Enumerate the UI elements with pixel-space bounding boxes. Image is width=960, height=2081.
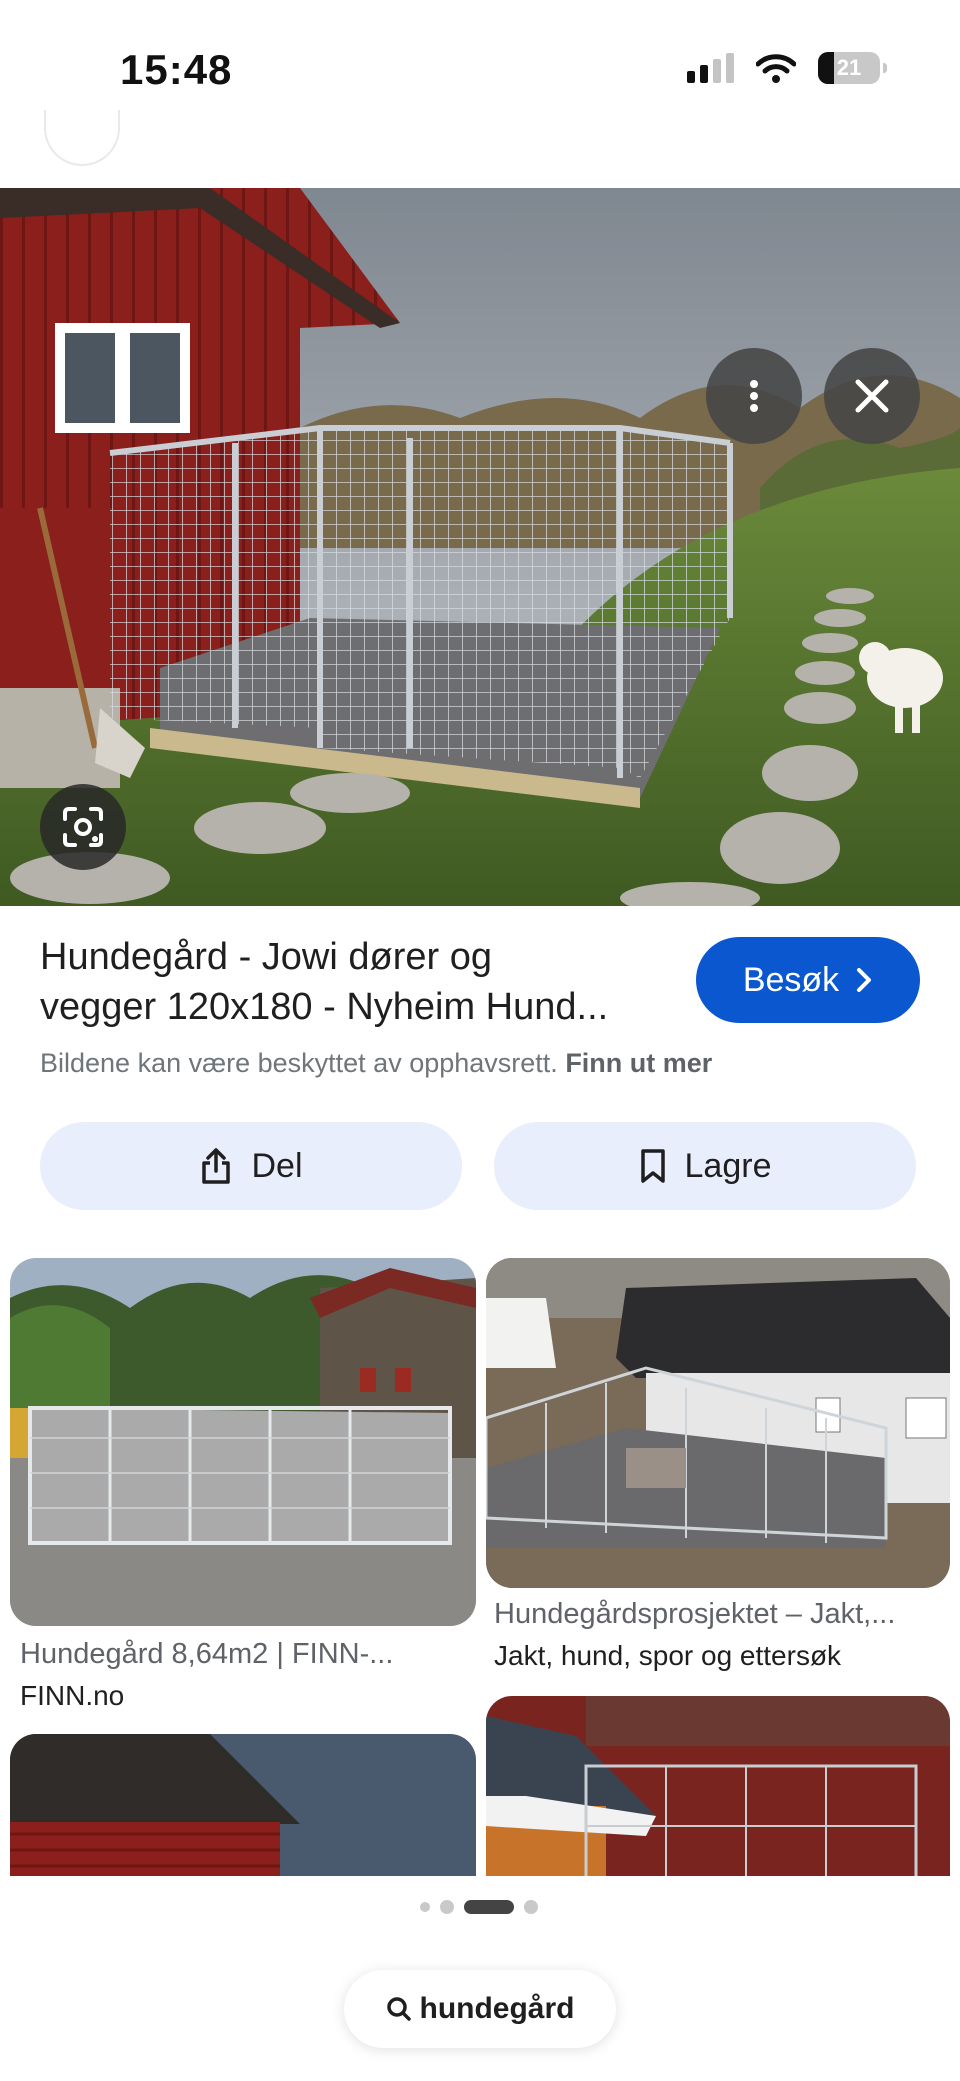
pager-dot [420,1902,430,1912]
share-button[interactable]: Del [40,1122,462,1210]
battery-icon: 21 [818,52,887,84]
close-icon [855,379,889,413]
status-icons: 21 [687,52,887,84]
copyright-text: Bildene kan være beskyttet av opphavsret… [40,1048,558,1078]
related-title-2[interactable]: Hundegårdsprosjektet – Jakt,... [494,1598,940,1631]
copyright-notice: Bildene kan være beskyttet av opphavsret… [40,1048,712,1079]
visit-label: Besøk [742,960,840,999]
search-query-pill[interactable]: hundegård [344,1970,616,2048]
close-button[interactable] [824,348,920,444]
related-source-1: FINN.no [20,1680,125,1711]
share-label: Del [251,1146,303,1185]
search-icon [386,1997,411,2021]
learn-more-link[interactable]: Finn ut mer [565,1048,712,1078]
wifi-icon [756,54,796,83]
main-image[interactable] [0,188,960,906]
result-title-line-2: vegger 120x180 - Nyheim Hund... [40,986,609,1028]
related-image-2[interactable] [486,1258,950,1588]
share-icon [202,1148,231,1184]
save-label: Lagre [684,1146,772,1185]
lens-icon [63,807,103,847]
pager-dot [440,1900,454,1914]
more-options-button[interactable] [706,348,802,444]
bookmark-icon [640,1149,665,1183]
result-title[interactable]: Hundegård - Jowi dører og vegger 120x180… [40,932,660,1032]
status-bar: 15:48 21 [0,0,960,140]
visit-button[interactable]: Besøk [696,937,920,1023]
chevron-right-icon [857,968,872,992]
signal-icon [687,53,734,83]
more-vert-icon [750,380,758,412]
related-title-1[interactable]: Hundegård 8,64m2 | FINN-... [20,1638,460,1671]
battery-level: 21 [836,55,862,80]
pager-dot [464,1900,514,1914]
save-button[interactable]: Lagre [494,1122,916,1210]
related-image-1[interactable] [10,1258,476,1626]
pager-dot [524,1900,538,1914]
result-title-line-1: Hundegård - Jowi dører og [40,936,492,978]
pager-dots [420,1900,538,1914]
related-source-2: Jakt, hund, spor og ettersøk [494,1640,842,1671]
lens-button[interactable] [40,784,126,870]
search-query: hundegård [419,1992,575,2025]
avatar[interactable] [44,110,120,166]
status-time: 15:48 [120,46,233,93]
